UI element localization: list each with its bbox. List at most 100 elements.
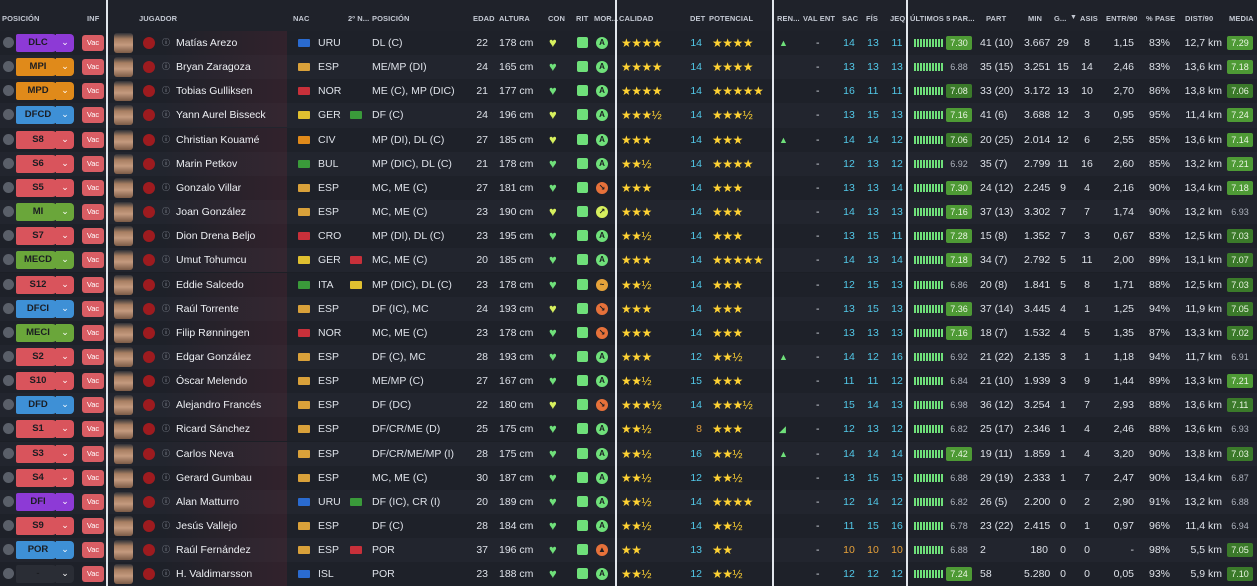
chevron-down-icon[interactable]: ⌄ <box>56 517 74 535</box>
info-badge[interactable]: Vac <box>82 131 104 148</box>
table-row[interactable]: S4 ⌄ Vac ⓘ Gerard Gumbau ESP MC, ME (C) … <box>0 465 1257 490</box>
chevron-down-icon[interactable]: ⌄ <box>56 444 74 463</box>
info-badge[interactable]: Vac <box>82 204 104 221</box>
chevron-down-icon[interactable]: ⌄ <box>56 420 74 439</box>
select-checkbox[interactable] <box>3 37 14 48</box>
position-selector[interactable]: S8 <box>16 130 60 149</box>
select-checkbox[interactable] <box>3 375 14 387</box>
chevron-down-icon[interactable]: ⌄ <box>56 154 74 173</box>
player-name[interactable]: Umut Tohumcu <box>176 248 246 272</box>
info-icon[interactable]: ⓘ <box>162 303 173 314</box>
position-selector[interactable]: DFCI <box>16 299 60 318</box>
info-badge[interactable]: Vac <box>82 445 104 462</box>
select-checkbox[interactable] <box>3 254 14 266</box>
chevron-down-icon[interactable]: ⌄ <box>56 541 74 560</box>
player-name[interactable]: Christian Kouamé <box>176 128 259 152</box>
chevron-down-icon[interactable]: ⌄ <box>56 227 74 246</box>
position-selector[interactable]: S2 <box>16 347 60 366</box>
position-selector[interactable]: MECI <box>16 323 60 342</box>
table-row[interactable]: S3 ⌄ Vac ⓘ Carlos Neva ESP DF/CR/ME/MP (… <box>0 441 1257 466</box>
info-badge[interactable]: Vac <box>82 373 104 390</box>
info-badge[interactable]: Vac <box>82 348 104 365</box>
select-checkbox[interactable] <box>3 206 14 218</box>
table-row[interactable]: DLC ⌄ Vac ⓘ Matías Arezo URU DL (C) 22 1… <box>0 31 1257 56</box>
col-inf[interactable]: INF <box>87 14 99 23</box>
player-name[interactable]: Raúl Torrente <box>176 297 239 321</box>
info-badge[interactable]: Vac <box>82 493 104 510</box>
select-checkbox[interactable] <box>3 471 14 483</box>
col-rit[interactable]: RIT <box>576 14 588 23</box>
position-selector[interactable]: DFD <box>16 396 60 415</box>
chevron-down-icon[interactable]: ⌄ <box>56 396 74 415</box>
chevron-down-icon[interactable]: ⌄ <box>56 58 74 77</box>
player-name[interactable]: Bryan Zaragoza <box>176 55 251 79</box>
info-icon[interactable]: ⓘ <box>162 61 173 72</box>
info-icon[interactable]: ⓘ <box>162 182 173 193</box>
info-icon[interactable]: ⓘ <box>162 351 173 362</box>
player-name[interactable]: Edgar González <box>176 345 251 369</box>
position-selector[interactable]: MPD <box>16 82 60 101</box>
select-checkbox[interactable] <box>3 302 14 314</box>
select-checkbox[interactable] <box>3 109 14 121</box>
info-icon[interactable]: ⓘ <box>162 375 173 386</box>
position-selector[interactable]: S12 <box>16 275 60 294</box>
info-badge[interactable]: Vac <box>82 83 104 100</box>
player-name[interactable]: Jesús Vallejo <box>176 514 237 538</box>
position-selector[interactable]: MECD <box>16 251 60 270</box>
chevron-down-icon[interactable]: ⌄ <box>56 347 74 366</box>
player-name[interactable]: Gerard Gumbau <box>176 466 252 490</box>
position-selector[interactable]: S6 <box>16 154 60 173</box>
info-icon[interactable]: ⓘ <box>162 520 173 531</box>
info-icon[interactable]: ⓘ <box>162 279 173 290</box>
player-name[interactable]: Yann Aurel Bisseck <box>176 103 266 127</box>
player-name[interactable]: Carlos Neva <box>176 442 234 466</box>
position-selector[interactable]: S1 <box>16 420 60 439</box>
col-nac2[interactable]: 2º N... <box>348 14 369 23</box>
table-row[interactable]: S1 ⌄ Vac ⓘ Ricard Sánchez ESP DF/CR/ME (… <box>0 417 1257 442</box>
col-posicion[interactable]: POSICIÓN <box>2 14 39 23</box>
chevron-down-icon[interactable]: ⌄ <box>56 251 74 270</box>
col-edad[interactable]: EDAD <box>473 14 495 23</box>
position-selector[interactable]: S9 <box>16 517 60 535</box>
position-selector[interactable]: MI <box>16 203 60 222</box>
select-checkbox[interactable] <box>3 326 14 338</box>
player-name[interactable]: Matías Arezo <box>176 31 237 55</box>
info-badge[interactable]: Vac <box>82 276 104 293</box>
col-asis[interactable]: ASIS <box>1080 14 1098 23</box>
select-checkbox[interactable] <box>3 181 14 193</box>
position-selector[interactable]: - <box>16 565 60 584</box>
info-icon[interactable]: ⓘ <box>162 134 173 145</box>
info-icon[interactable]: ⓘ <box>162 327 173 338</box>
info-badge[interactable]: Vac <box>82 324 104 341</box>
table-row[interactable]: DFI ⌄ Vac ⓘ Alan Matturro URU DF (IC), C… <box>0 489 1257 514</box>
table-row[interactable]: DFCD ⌄ Vac ⓘ Yann Aurel Bisseck GER DF (… <box>0 103 1257 128</box>
info-badge[interactable]: Vac <box>82 107 104 124</box>
col-sac[interactable]: SAC <box>842 14 858 23</box>
info-badge[interactable]: Vac <box>82 421 104 438</box>
info-badge[interactable]: Vac <box>82 179 104 196</box>
info-icon[interactable]: ⓘ <box>162 448 173 459</box>
col-posicion2[interactable]: POSICIÓN <box>372 14 409 23</box>
player-name[interactable]: Tobias Gulliksen <box>176 79 252 103</box>
table-row[interactable]: - ⌄ Vac ⓘ H. Valdimarsson ISL POR 23 188… <box>0 562 1257 586</box>
select-checkbox[interactable] <box>3 399 14 411</box>
position-selector[interactable]: DFCD <box>16 106 60 125</box>
table-row[interactable]: S6 ⌄ Vac ⓘ Marin Petkov BUL MP (DIC), DL… <box>0 151 1257 176</box>
table-row[interactable]: S9 ⌄ Vac ⓘ Jesús Vallejo ESP DF (C) 28 1… <box>0 514 1257 539</box>
select-checkbox[interactable] <box>3 230 14 242</box>
chevron-down-icon[interactable]: ⌄ <box>56 203 74 222</box>
col-media[interactable]: MEDIA <box>1229 14 1254 23</box>
chevron-down-icon[interactable]: ⌄ <box>56 34 74 52</box>
info-badge[interactable]: Vac <box>82 228 104 245</box>
col-calidad[interactable]: CALIDAD <box>619 14 653 23</box>
info-icon[interactable]: ⓘ <box>162 399 173 410</box>
chevron-down-icon[interactable]: ⌄ <box>56 323 74 342</box>
table-row[interactable]: S8 ⌄ Vac ⓘ Christian Kouamé CIV MP (DI),… <box>0 127 1257 152</box>
info-icon[interactable]: ⓘ <box>162 544 173 555</box>
table-row[interactable]: S2 ⌄ Vac ⓘ Edgar González ESP DF (C), MC… <box>0 344 1257 370</box>
table-row[interactable]: S7 ⌄ Vac ⓘ Dion Drena Beljo CRO MP (DI),… <box>0 224 1257 249</box>
position-selector[interactable]: S5 <box>16 178 60 197</box>
info-badge[interactable]: Vac <box>82 155 104 172</box>
info-icon[interactable]: ⓘ <box>162 230 173 241</box>
info-icon[interactable]: ⓘ <box>162 423 173 434</box>
